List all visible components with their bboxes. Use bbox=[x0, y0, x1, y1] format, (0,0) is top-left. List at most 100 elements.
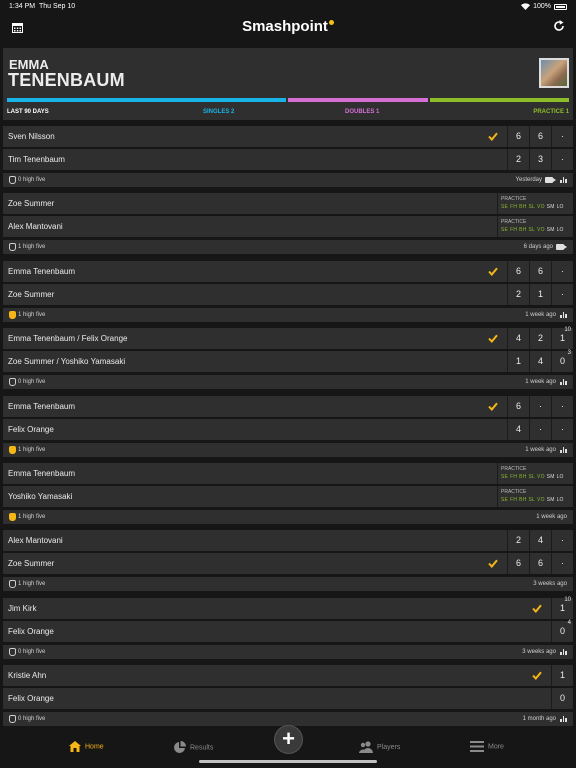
set-score-value: · bbox=[561, 153, 564, 164]
match-player-row[interactable]: Emma Tenenbaum 6 6 · bbox=[3, 261, 573, 282]
match-footer: 1 high five 1 week ago bbox=[3, 510, 573, 524]
high-five-icon[interactable] bbox=[9, 513, 16, 521]
practice-code: LO bbox=[556, 474, 564, 480]
set-score: 1 bbox=[507, 350, 529, 372]
players-icon bbox=[359, 741, 373, 753]
match-player-row[interactable]: Zoe Summer 2 1 · bbox=[3, 283, 573, 305]
stats-icon[interactable] bbox=[560, 447, 567, 453]
practice-code: FH bbox=[510, 474, 518, 480]
practice-code: SL bbox=[528, 496, 536, 503]
player-last-name: TENENBAUM bbox=[8, 70, 125, 90]
practice-summary: PRACTICE SE FH BH SL VO SM LO bbox=[497, 193, 573, 214]
tab-players[interactable]: Players bbox=[359, 741, 400, 753]
match-player-row[interactable]: Yoshiko Yamasaki PRACTICE SE FH BH SL VO SM LO bbox=[3, 485, 573, 507]
stats-icon[interactable] bbox=[560, 312, 567, 318]
practice-code: SL bbox=[528, 204, 536, 210]
practice-codes: SE FH BH SL VO SM LO bbox=[501, 204, 573, 210]
high-five-icon[interactable] bbox=[9, 648, 16, 656]
match-footer: 0 high five 1 week ago bbox=[3, 375, 573, 389]
match-player-row[interactable]: Jim Kirk 1 10 bbox=[3, 597, 573, 619]
set-score: · bbox=[551, 261, 573, 282]
set-score-value: 4 bbox=[537, 535, 543, 545]
practice-title: PRACTICE bbox=[501, 196, 527, 202]
winner-check-icon bbox=[488, 267, 498, 276]
practice-title: PRACTICE bbox=[501, 488, 527, 495]
set-score-value: 6 bbox=[537, 131, 543, 141]
practice-title: PRACTICE bbox=[501, 218, 527, 225]
match-player-row[interactable]: Zoe Summer / Yoshiko Yamasaki 1 4 0 3 bbox=[3, 350, 573, 372]
stats-icon[interactable] bbox=[560, 649, 567, 655]
match-player-row[interactable]: Tim Tenenbaum 2 3 · bbox=[3, 148, 573, 170]
practice-code: SM bbox=[546, 496, 555, 503]
practice-code: VO bbox=[537, 204, 545, 210]
set-score: 03 bbox=[551, 350, 573, 372]
match-date: 1 month ago bbox=[522, 716, 556, 722]
logo-ball-icon bbox=[328, 20, 334, 25]
app-title: Smashpoint bbox=[242, 18, 328, 35]
player-name: Felix Orange bbox=[8, 424, 54, 434]
high-five-count: 1 high five bbox=[18, 581, 46, 587]
set-score-value: 6 bbox=[537, 557, 543, 568]
stats-icon[interactable] bbox=[560, 379, 567, 385]
high-five-icon[interactable] bbox=[9, 715, 16, 723]
practice-code: VO bbox=[537, 226, 545, 233]
stats-icon[interactable] bbox=[560, 177, 567, 183]
practice-code: LO bbox=[556, 226, 564, 233]
tab-home[interactable]: Home bbox=[69, 741, 104, 752]
player-card[interactable]: EMMA TENENBAUM LAST 90 DAYS SINGLES 2 DO… bbox=[3, 48, 573, 120]
match-player-row[interactable]: Emma Tenenbaum / Felix Orange 4 2 1 10 bbox=[3, 327, 573, 349]
practice-code: VO bbox=[537, 474, 545, 480]
match-player-row[interactable]: Felix Orange 4 · · bbox=[3, 418, 573, 440]
tab-results[interactable]: Results bbox=[173, 741, 213, 754]
set-score-value: 2 bbox=[515, 153, 521, 164]
high-five-icon[interactable] bbox=[9, 176, 16, 184]
practice-code: FH bbox=[510, 226, 518, 233]
high-five-icon[interactable] bbox=[9, 446, 16, 454]
tab-more[interactable]: More bbox=[470, 741, 504, 752]
practice-code: SM bbox=[546, 204, 555, 210]
match-player-row[interactable]: Zoe Summer PRACTICE SE FH BH SL VO SM LO bbox=[3, 193, 573, 214]
set-score-value: 4 bbox=[515, 423, 521, 434]
match-player-row[interactable]: Felix Orange 0 bbox=[3, 687, 573, 709]
set-score-value: · bbox=[561, 266, 564, 276]
practice-code: SL bbox=[528, 474, 536, 480]
tiebreak-score: 4 bbox=[567, 619, 571, 626]
video-icon[interactable] bbox=[556, 244, 567, 250]
set-score: 3 bbox=[529, 148, 551, 170]
high-five-icon[interactable] bbox=[9, 243, 16, 251]
video-icon[interactable] bbox=[545, 177, 556, 183]
match-player-row[interactable]: Kristie Ahn 1 bbox=[3, 665, 573, 686]
set-score: · bbox=[551, 283, 573, 305]
set-score: 6 bbox=[507, 396, 529, 417]
match-player-row[interactable]: Alex Mantovani PRACTICE SE FH BH SL VO SM LO bbox=[3, 215, 573, 237]
set-score-value: 4 bbox=[537, 355, 543, 366]
practice-count-label: PRACTICE 1 bbox=[533, 109, 569, 115]
player-name: Tim Tenenbaum bbox=[8, 154, 65, 164]
set-score: · bbox=[551, 126, 573, 147]
player-avatar[interactable] bbox=[539, 58, 569, 88]
match-player-row[interactable]: Felix Orange 0 4 bbox=[3, 619, 573, 642]
set-score: 1 10 bbox=[551, 327, 573, 349]
set-score-value: · bbox=[561, 401, 564, 411]
match-player-row[interactable]: Emma Tenenbaum 6 · · bbox=[3, 396, 573, 417]
tiebreak-score: 10 bbox=[564, 327, 571, 333]
set-score: · bbox=[551, 148, 573, 170]
match-player-row[interactable]: Sven Nilsson 6 6 · bbox=[3, 126, 573, 147]
add-match-button[interactable]: + bbox=[275, 726, 302, 753]
period-label: LAST 90 DAYS bbox=[7, 109, 49, 115]
stats-icon[interactable] bbox=[560, 716, 567, 722]
refresh-icon[interactable] bbox=[553, 20, 565, 32]
match-player-row[interactable]: Zoe Summer 6 6 · bbox=[3, 552, 573, 574]
match-player-row[interactable]: Alex Mantovani 2 4 · bbox=[3, 530, 573, 551]
high-five-icon[interactable] bbox=[9, 580, 16, 588]
high-five-icon[interactable] bbox=[9, 378, 16, 386]
match-player-row[interactable]: Emma Tenenbaum PRACTICE SE FH BH SL VO SM LO bbox=[3, 463, 573, 484]
match-date: 1 week ago bbox=[525, 379, 556, 385]
player-name: Jim Kirk bbox=[8, 604, 37, 613]
home-icon bbox=[69, 741, 81, 752]
set-score: · bbox=[551, 552, 573, 574]
high-five-icon[interactable] bbox=[9, 311, 16, 319]
practice-code: LO bbox=[556, 204, 564, 210]
practice-summary: PRACTICE SE FH BH SL VO SM LO bbox=[497, 215, 573, 237]
set-score: 6 bbox=[529, 126, 551, 147]
